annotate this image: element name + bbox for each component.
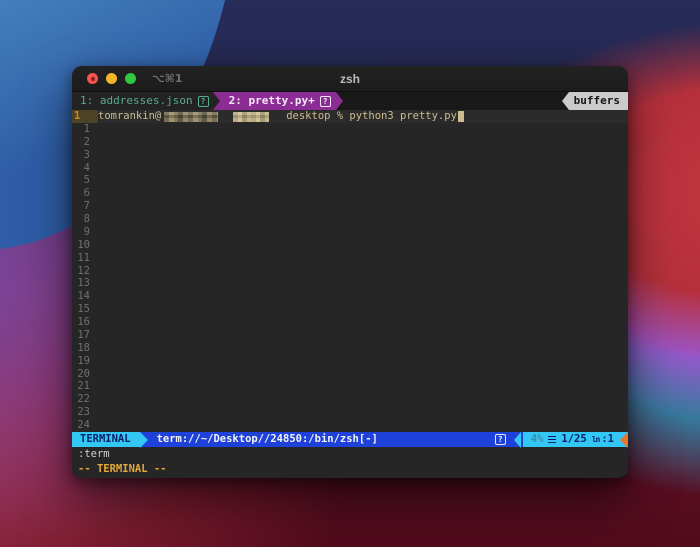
- tab-separator-icon: [335, 92, 343, 110]
- terminal-row: 23: [72, 406, 628, 419]
- line-number: 11: [77, 251, 90, 264]
- line-number-icon: ln: [591, 435, 601, 444]
- line-number: 7: [83, 200, 90, 213]
- tab-label: 1: addresses.json: [80, 94, 193, 107]
- lines-icon: [548, 436, 557, 443]
- terminal-row: 12: [72, 265, 628, 278]
- tabline-spacer: [343, 92, 562, 110]
- terminal-row: 8: [72, 213, 628, 226]
- buffers-separator-icon: [561, 92, 569, 110]
- line-value: :1: [601, 433, 614, 445]
- terminal-cursor: [457, 110, 464, 122]
- line-number: 21: [77, 380, 90, 393]
- line-number: 12: [77, 264, 90, 277]
- line-number: 10: [77, 238, 90, 251]
- scroll-percent: 4%: [530, 433, 544, 445]
- terminal-row: 10: [72, 239, 628, 252]
- powerline-arrow-orange-icon: [620, 432, 628, 448]
- terminal-window[interactable]: ⌥⌘1 zsh 1: addresses.json ? 2: pretty.py…: [72, 66, 628, 478]
- shell-prompt-line: tomrankin@ desktop % python3 pretty.py: [98, 110, 464, 123]
- prompt-user: tomrankin@: [98, 110, 162, 122]
- close-button[interactable]: [87, 73, 98, 84]
- window-titlebar[interactable]: ⌥⌘1 zsh: [72, 66, 628, 92]
- terminal-row: 17: [72, 329, 628, 342]
- cursor-position: 1/25: [561, 433, 587, 445]
- terminal-row: 24: [72, 419, 628, 432]
- terminal-buffer[interactable]: 1 tomrankin@ desktop % python3 pretty.py…: [72, 110, 628, 432]
- redacted-hostname: [164, 111, 219, 122]
- vim-command-line[interactable]: :term: [72, 447, 628, 462]
- statusline-buffer-name: term://~/Desktop//24850:/bin/zsh[-]: [156, 433, 378, 445]
- line-number: 22: [77, 393, 90, 406]
- tab-separator-icon: [212, 92, 220, 110]
- line-number: 5: [83, 174, 90, 187]
- window-shortcut-label: ⌥⌘1: [152, 72, 183, 85]
- line-number: 18: [77, 341, 90, 354]
- tab-pretty-py[interactable]: 2: pretty.py+ ?: [219, 92, 336, 110]
- line-number: 19: [77, 354, 90, 367]
- terminal-row: 11: [72, 252, 628, 265]
- line-number: 20: [77, 367, 90, 380]
- line-number: 9: [83, 225, 90, 238]
- terminal-row: 21: [72, 380, 628, 393]
- terminal-row: 7: [72, 200, 628, 213]
- statusline: TERMINAL term://~/Desktop//24850:/bin/zs…: [72, 432, 628, 448]
- terminal-row: 20: [72, 368, 628, 381]
- terminal-row: 9: [72, 226, 628, 239]
- terminal-row-current: 1 tomrankin@ desktop % python3 pretty.py: [72, 110, 628, 123]
- terminal-row: 6: [72, 187, 628, 200]
- line-number: 13: [77, 277, 90, 290]
- current-line-number: 1: [72, 110, 98, 123]
- minimize-button[interactable]: [106, 73, 117, 84]
- line-number: 1: [83, 122, 90, 135]
- buffer-tabline: 1: addresses.json ? 2: pretty.py+ ? buff…: [72, 92, 628, 110]
- traffic-lights: [87, 73, 136, 84]
- terminal-row: 14: [72, 290, 628, 303]
- terminal-row: 4: [72, 162, 628, 175]
- terminal-row: 15: [72, 303, 628, 316]
- buffers-label: buffers: [568, 92, 628, 110]
- line-number: 3: [83, 148, 90, 161]
- help-badge-icon: ?: [494, 434, 506, 445]
- terminal-row: 16: [72, 316, 628, 329]
- line-number: 14: [77, 290, 90, 303]
- powerline-arrow-icon: [513, 432, 521, 448]
- line-number: 8: [83, 213, 90, 225]
- terminal-row: 18: [72, 342, 628, 355]
- help-badge-icon: ?: [319, 95, 331, 107]
- vim-mode-indicator: -- TERMINAL --: [72, 462, 628, 478]
- line-number: 2: [83, 135, 90, 148]
- terminal-row: 13: [72, 277, 628, 290]
- redacted-hostname: [233, 111, 270, 122]
- statusline-spacer: [378, 432, 495, 447]
- zoom-button[interactable]: [125, 73, 136, 84]
- line-number: 4: [83, 161, 90, 174]
- line-number: 6: [83, 187, 90, 200]
- line-number: 24: [77, 419, 90, 431]
- line-number: 17: [77, 328, 90, 341]
- terminal-row: 1: [72, 123, 628, 136]
- prompt-command: desktop % python3 pretty.py: [286, 110, 457, 122]
- help-badge-icon: ?: [197, 95, 209, 107]
- terminal-row: 3: [72, 149, 628, 162]
- terminal-row: 5: [72, 174, 628, 187]
- line-number: 16: [77, 316, 90, 328]
- statusline-mode: TERMINAL: [72, 432, 140, 447]
- tab-addresses-json[interactable]: 1: addresses.json ?: [72, 92, 213, 110]
- line-number: 15: [77, 303, 90, 316]
- terminal-row: 2: [72, 136, 628, 149]
- line-number: 23: [77, 406, 90, 419]
- statusline-position-section: 4% 1/25 ln :1: [522, 432, 628, 447]
- terminal-rows: 1 2 3 4 5 6 7 8 9 10 11 12 13 14 15 16 17 18 19 20 21 22 23 24: [72, 123, 628, 432]
- terminal-row: 22: [72, 393, 628, 406]
- powerline-arrow-icon: [139, 432, 148, 448]
- terminal-row: 19: [72, 355, 628, 368]
- tab-label: 2: pretty.py+: [228, 94, 315, 107]
